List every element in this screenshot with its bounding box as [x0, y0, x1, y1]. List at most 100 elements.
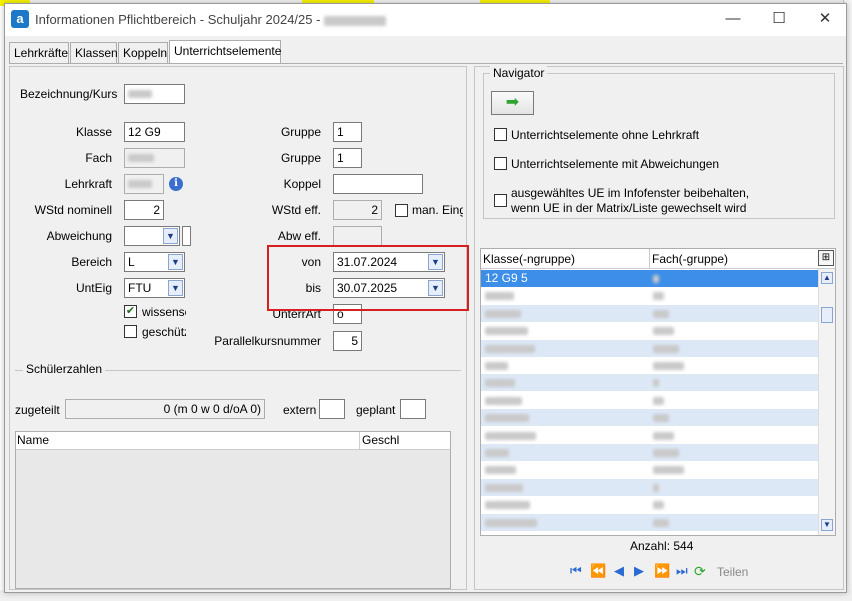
mit-abweichungen-checkbox[interactable]	[494, 157, 507, 170]
redacted-text	[653, 483, 659, 492]
list-item[interactable]	[481, 339, 818, 357]
bereich-label: Bereich	[71, 255, 112, 269]
redacted-text	[485, 501, 530, 510]
extern-label: extern	[283, 403, 317, 417]
abweichung-extra-field[interactable]	[182, 226, 191, 246]
gruppe-field[interactable]: 1	[333, 122, 362, 142]
list-item[interactable]	[481, 287, 818, 304]
schueler-grid[interactable]: Name Geschl	[15, 431, 451, 589]
wissensch-label: wissensc	[142, 305, 186, 319]
redacted-text	[485, 414, 529, 423]
list-item[interactable]	[481, 392, 818, 409]
col-klasse-header[interactable]: Klasse(-ngruppe)	[483, 252, 575, 266]
bereich-select[interactable]: L ▼	[124, 252, 185, 272]
wissensch-checkbox[interactable]: ✔	[124, 305, 137, 318]
list-item-selected[interactable]: 12 G9 5	[481, 270, 818, 287]
scroll-thumb[interactable]	[821, 307, 833, 323]
wstd-eff-field[interactable]: 2	[333, 200, 382, 220]
title-bar[interactable]: a Informationen Pflichtbereich - Schulja…	[5, 4, 846, 36]
redacted-text	[653, 275, 659, 283]
tab-klassen[interactable]: Klassen	[70, 42, 118, 64]
redacted-text	[653, 501, 664, 510]
ue-list[interactable]: Klasse(-ngruppe) Fach(-gruppe) ⊞ 12 G9 5…	[480, 248, 836, 536]
fach-field[interactable]	[124, 148, 185, 168]
arrow-right-icon: ➡	[505, 94, 520, 111]
scroll-down-icon[interactable]: ▼	[821, 519, 833, 531]
list-item[interactable]	[481, 304, 818, 322]
redacted-text	[653, 362, 684, 370]
redacted-text	[485, 379, 515, 388]
wstd-nominell-field[interactable]: 2	[124, 200, 164, 220]
list-item[interactable]	[481, 322, 818, 339]
teilen-button[interactable]: Teilen	[717, 565, 748, 579]
list-item[interactable]	[481, 496, 818, 513]
col-fach-header[interactable]: Fach(-gruppe)	[649, 249, 730, 269]
maximize-button[interactable]: ☐	[759, 8, 799, 32]
info-icon[interactable]: i	[169, 177, 183, 191]
window-title: Informationen Pflichtbereich - Schuljahr…	[35, 12, 387, 27]
list-item[interactable]	[481, 461, 818, 478]
column-chooser-icon[interactable]: ⊞	[818, 250, 834, 266]
last-record-icon[interactable]: ⏭	[676, 563, 688, 579]
beibehalten-checkbox[interactable]	[494, 194, 507, 207]
bezeichnung-field[interactable]	[124, 84, 185, 104]
chevron-down-icon[interactable]: ▼	[163, 228, 178, 244]
close-button[interactable]: ✕	[805, 8, 845, 32]
gruppe-field-2[interactable]: 1	[333, 148, 362, 168]
abw-eff-label: Abw eff.	[277, 229, 321, 243]
list-item[interactable]	[481, 374, 818, 392]
klasse-field[interactable]: 12 G9	[124, 122, 185, 142]
abweichung-select[interactable]: ▼	[124, 226, 180, 246]
redacted-text	[653, 518, 669, 527]
next-page-icon[interactable]: ⏩	[654, 563, 670, 579]
gruppe-label-2: Gruppe	[280, 151, 321, 165]
list-item[interactable]	[481, 357, 818, 374]
anzahl-count: Anzahl: 544	[630, 539, 694, 553]
prev-page-icon[interactable]: ⏪	[590, 563, 606, 579]
refresh-icon[interactable]: ⟳	[694, 563, 706, 580]
geschuetzt-checkbox[interactable]	[124, 325, 137, 338]
list-scrollbar[interactable]: ▲ ▼	[818, 269, 835, 535]
chevron-down-icon[interactable]: ▼	[168, 280, 183, 296]
first-record-icon[interactable]: ⏮	[570, 563, 582, 579]
list-item[interactable]	[481, 409, 818, 427]
unteig-select[interactable]: FTU ▼	[124, 278, 185, 298]
redacted-text	[653, 449, 679, 457]
ohne-lehrkraft-checkbox[interactable]	[494, 128, 507, 141]
redacted-text	[485, 344, 535, 353]
parallelkurs-field[interactable]: 5	[333, 331, 362, 351]
lehrkraft-field[interactable]	[124, 174, 164, 194]
list-item[interactable]	[481, 478, 818, 496]
list-item[interactable]	[481, 444, 818, 461]
redacted-text	[653, 344, 679, 353]
abw-eff-field[interactable]	[333, 226, 382, 246]
info-window: a Informationen Pflichtbereich - Schulja…	[4, 3, 847, 593]
list-header: Klasse(-ngruppe) Fach(-gruppe) ⊞	[481, 249, 835, 269]
parallelkurs-label: Parallelkursnummer	[214, 334, 321, 348]
redacted-text	[653, 327, 674, 336]
chevron-down-icon[interactable]: ▼	[168, 254, 183, 270]
redacted-text	[128, 180, 152, 188]
fach-label: Fach	[85, 151, 112, 165]
next-record-icon[interactable]: ▶	[634, 563, 644, 579]
prev-record-icon[interactable]: ◀	[614, 563, 624, 579]
tab-lehrkraefte[interactable]: Lehrkräfte	[9, 42, 69, 64]
man-eing-checkbox[interactable]	[395, 204, 408, 217]
extern-field[interactable]	[319, 399, 345, 419]
col-name-header[interactable]: Name	[17, 432, 49, 449]
redacted-text	[485, 431, 536, 440]
zugeteilt-field[interactable]: 0 (m 0 w 0 d/oA 0)	[65, 399, 265, 419]
abweichung-label: Abweichung	[46, 229, 112, 243]
tab-koppeln[interactable]: Koppeln	[118, 42, 168, 64]
highlight-box	[267, 245, 469, 311]
minimize-button[interactable]: —	[713, 8, 753, 32]
redacted-text	[128, 154, 154, 162]
list-item[interactable]	[481, 513, 818, 531]
tab-unterrichtselemente[interactable]: Unterrichtselemente	[169, 40, 281, 64]
koppel-field[interactable]	[333, 174, 423, 194]
col-geschl-header[interactable]: Geschl	[359, 432, 399, 449]
list-item[interactable]	[481, 427, 818, 444]
go-arrow-button[interactable]: ➡	[491, 91, 534, 115]
geplant-field[interactable]	[400, 399, 426, 419]
scroll-up-icon[interactable]: ▲	[821, 272, 833, 284]
